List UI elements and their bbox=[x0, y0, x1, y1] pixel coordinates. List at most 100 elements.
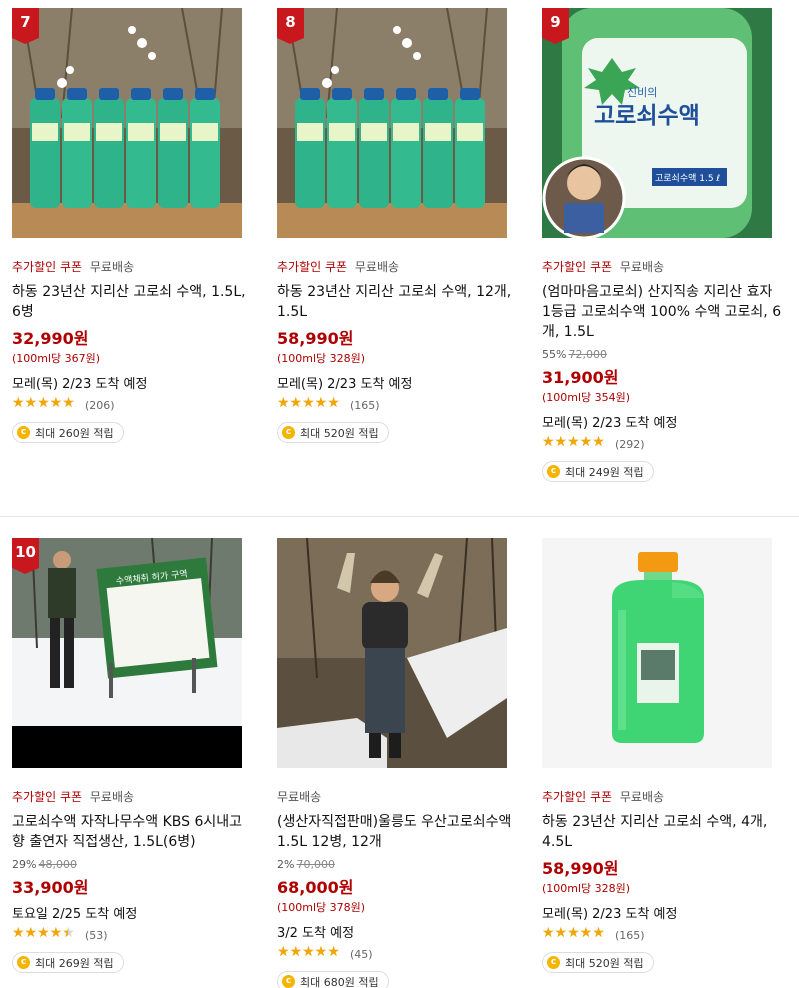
coupon-badge: 추가할인 쿠폰 bbox=[542, 790, 613, 804]
svg-text:신비의: 신비의 bbox=[627, 86, 657, 99]
product-image[interactable]: 10 수액채취 허가 구역 bbox=[12, 538, 242, 768]
review-count: (53) bbox=[85, 928, 108, 942]
bottles-photo-icon bbox=[277, 8, 507, 238]
star-rating-icon: ★★★★★★★★★★ bbox=[542, 434, 605, 450]
delivery-date: 모레(목) 2/23 도착 예정 bbox=[12, 377, 148, 392]
discount-rate: 29% bbox=[12, 858, 37, 871]
product-card[interactable]: 9 신비의 고로쇠수액 고로쇠수액 1.5 ℓ 추가할인 쿠폰 무료배송 (엄마… bbox=[542, 8, 792, 482]
discount-info: 29% 48,000 bbox=[12, 858, 262, 871]
star-rating-icon: ★★★★★★★★★★ bbox=[277, 944, 340, 960]
product-card[interactable]: 8 추가할인 쿠폰 무료배송 하동 23년산 지리산 고로쇠 수액, 12개, … bbox=[277, 8, 527, 443]
star-rating-icon: ★★★★★★★★★★ bbox=[542, 925, 605, 941]
review-count: (165) bbox=[615, 928, 645, 942]
original-price: 72,000 bbox=[568, 348, 607, 361]
price: 33,900원 bbox=[12, 878, 89, 897]
original-price: 48,000 bbox=[38, 858, 77, 871]
reward-badge: c 최대 269원 적립 bbox=[12, 952, 124, 973]
svg-text:고로쇠수액 1.5 ℓ: 고로쇠수액 1.5 ℓ bbox=[655, 172, 720, 184]
rank-badge: 10 bbox=[12, 538, 39, 574]
coupon-badge: 추가할인 쿠폰 bbox=[12, 260, 83, 274]
delivery-date: 모레(목) 2/23 도착 예정 bbox=[277, 377, 413, 392]
star-rating-icon: ★★★★★★★★★★ bbox=[12, 925, 75, 941]
product-image[interactable] bbox=[542, 538, 772, 768]
coupon-badge: 추가할인 쿠폰 bbox=[277, 260, 348, 274]
unit-price: (100ml당 367원) bbox=[12, 352, 101, 365]
free-shipping-badge: 무료배송 bbox=[619, 260, 665, 274]
rating: ★★★★★ ★★★★★ (45) bbox=[277, 944, 527, 962]
coin-icon: c bbox=[282, 426, 295, 439]
price: 58,990원 bbox=[277, 329, 354, 348]
rank-badge: 8 bbox=[277, 8, 304, 44]
badges: 추가할인 쿠폰 무료배송 bbox=[12, 788, 262, 804]
product-card[interactable]: 무료배송 (생산자직접판매)울릉도 우산고로쇠수액 1.5L 12병, 12개 … bbox=[277, 538, 527, 988]
discount-rate: 2% bbox=[277, 858, 295, 871]
coin-icon: c bbox=[547, 956, 560, 969]
price: 31,900원 bbox=[542, 368, 619, 387]
product-title[interactable]: (엄마마음고로쇠) 산지직송 지리산 효자 1등급 고로쇠수액 100% 수액 … bbox=[542, 282, 782, 342]
review-count: (45) bbox=[350, 947, 373, 961]
reward-badge: c 최대 520원 적립 bbox=[542, 952, 654, 973]
coin-icon: c bbox=[17, 426, 30, 439]
unit-price: (100ml당 328원) bbox=[277, 352, 366, 365]
product-image[interactable]: 9 신비의 고로쇠수액 고로쇠수액 1.5 ℓ bbox=[542, 8, 772, 238]
review-count: (165) bbox=[350, 398, 380, 412]
star-rating-icon: ★★★★★★★★★★ bbox=[277, 395, 340, 411]
reward-badge: c 최대 520원 적립 bbox=[277, 422, 389, 443]
product-title[interactable]: 하동 23년산 지리산 고로쇠 수액, 12개, 1.5L bbox=[277, 282, 517, 322]
reward-text: 최대 520원 적립 bbox=[565, 956, 644, 970]
product-card[interactable]: 10 수액채취 허가 구역 추가할인 쿠폰 무료배송 고로쇠수액 자작나무수액 … bbox=[12, 538, 262, 973]
badges: 추가할인 쿠폰 무료배송 bbox=[277, 258, 527, 274]
sign-photo-icon: 수액채취 허가 구역 bbox=[12, 538, 242, 768]
review-count: (206) bbox=[85, 398, 115, 412]
row-divider bbox=[0, 516, 799, 517]
price: 68,000원 bbox=[277, 878, 354, 897]
jug-photo-icon bbox=[542, 538, 772, 768]
review-count: (292) bbox=[615, 437, 645, 451]
reward-text: 최대 520원 적립 bbox=[300, 426, 379, 440]
reward-badge: c 최대 680원 적립 bbox=[277, 971, 389, 988]
product-image[interactable]: 8 bbox=[277, 8, 507, 238]
rating: ★★★★★ ★★★★★ (165) bbox=[542, 925, 792, 943]
bottles-photo-icon bbox=[12, 8, 242, 238]
man-snow-photo-icon bbox=[277, 538, 507, 768]
coupon-badge: 추가할인 쿠폰 bbox=[12, 790, 83, 804]
product-image[interactable]: 7 bbox=[12, 8, 242, 238]
discount-info: 55% 72,000 bbox=[542, 348, 792, 361]
coupon-badge: 추가할인 쿠폰 bbox=[542, 260, 613, 274]
product-card[interactable]: 추가할인 쿠폰 무료배송 하동 23년산 지리산 고로쇠 수액, 4개, 4.5… bbox=[542, 538, 792, 973]
delivery-date: 토요일 2/25 도착 예정 bbox=[12, 907, 138, 922]
unit-price: (100ml당 328원) bbox=[542, 882, 631, 895]
reward-badge: c 최대 260원 적립 bbox=[12, 422, 124, 443]
reward-badge: c 최대 249원 적립 bbox=[542, 461, 654, 482]
badges: 추가할인 쿠폰 무료배송 bbox=[12, 258, 262, 274]
star-rating-icon: ★★★★★★★★★★ bbox=[12, 395, 75, 411]
coin-icon: c bbox=[17, 956, 30, 969]
discount-info: 2% 70,000 bbox=[277, 858, 527, 871]
coin-icon: c bbox=[282, 975, 295, 988]
rank-badge: 9 bbox=[542, 8, 569, 44]
product-title[interactable]: 하동 23년산 지리산 고로쇠 수액, 4개, 4.5L bbox=[542, 812, 782, 852]
original-price: 70,000 bbox=[296, 858, 335, 871]
price: 32,990원 bbox=[12, 329, 89, 348]
reward-text: 최대 269원 적립 bbox=[35, 956, 114, 970]
product-title[interactable]: 하동 23년산 지리산 고로쇠 수액, 1.5L, 6병 bbox=[12, 282, 252, 322]
rating: ★★★★★ ★★★★★ (206) bbox=[12, 395, 262, 413]
delivery-date: 3/2 도착 예정 bbox=[277, 926, 355, 941]
badges: 추가할인 쿠폰 무료배송 bbox=[542, 258, 792, 274]
coin-icon: c bbox=[547, 465, 560, 478]
product-image[interactable] bbox=[277, 538, 507, 768]
product-card[interactable]: 7 추가할인 쿠폰 무료배송 하동 23년산 지리산 고로쇠 수액, 1.5L,… bbox=[12, 8, 262, 443]
product-grid: 7 추가할인 쿠폰 무료배송 하동 23년산 지리산 고로쇠 수액, 1.5L,… bbox=[0, 0, 799, 988]
product-title[interactable]: (생산자직접판매)울릉도 우산고로쇠수액 1.5L 12병, 12개 bbox=[277, 812, 517, 852]
free-shipping-badge: 무료배송 bbox=[619, 790, 665, 804]
bottle-closeup-photo-icon: 신비의 고로쇠수액 고로쇠수액 1.5 ℓ bbox=[542, 8, 772, 238]
rating: ★★★★★★★★★★ (53) bbox=[12, 925, 262, 943]
delivery-date: 모레(목) 2/23 도착 예정 bbox=[542, 416, 678, 431]
price: 58,990원 bbox=[542, 859, 619, 878]
reward-text: 최대 680원 적립 bbox=[300, 975, 379, 988]
free-shipping-badge: 무료배송 bbox=[89, 260, 135, 274]
reward-text: 최대 249원 적립 bbox=[565, 465, 644, 479]
unit-price: (100ml당 378원) bbox=[277, 901, 366, 914]
product-title[interactable]: 고로쇠수액 자작나무수액 KBS 6시내고향 출연자 직접생산, 1.5L(6병… bbox=[12, 812, 252, 852]
badges: 추가할인 쿠폰 무료배송 bbox=[542, 788, 792, 804]
